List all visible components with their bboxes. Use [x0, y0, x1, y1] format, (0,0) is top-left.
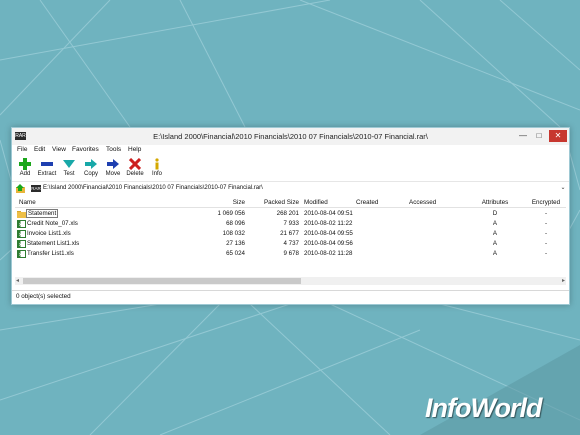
size-cell: 1 069 056	[217, 210, 245, 217]
file-row[interactable]: x Invoice List1.xls 108 032 21 677 2010-08-0…	[15, 229, 566, 239]
attributes-cell: A	[492, 240, 498, 247]
column-encrypted[interactable]: Encrypted	[527, 199, 565, 206]
rar-file-icon: RAR	[31, 185, 41, 192]
encrypted-cell: -	[544, 220, 548, 227]
up-folder-icon[interactable]	[16, 184, 27, 193]
file-name: Statement	[25, 209, 59, 218]
modified-cell: 2010-08-04 09:56	[304, 240, 353, 247]
infoworld-watermark: InfoWorld	[425, 393, 575, 431]
packed-size-cell: 21 677	[280, 230, 299, 237]
encrypted-cell: -	[544, 250, 548, 257]
size-cell: 108 032	[222, 230, 245, 237]
plus-icon	[19, 158, 31, 170]
add-label: Add	[19, 171, 31, 177]
column-accessed[interactable]: Accessed	[409, 199, 436, 206]
delete-x-icon	[129, 158, 141, 170]
folder-icon	[17, 211, 26, 218]
test-label: Test	[63, 171, 75, 177]
status-bar: 0 object(s) selected	[12, 290, 569, 303]
file-list: Name Size Packed Size Modified Created A…	[15, 197, 566, 285]
delete-label: Delete	[126, 171, 144, 177]
copy-label: Copy	[83, 171, 98, 177]
file-row[interactable]: x Statement List1.xls 27 136 4 737 2010-08-0…	[15, 239, 566, 249]
size-cell: 27 136	[226, 240, 245, 247]
move-arrow-icon	[107, 159, 119, 169]
watermark-logo: InfoWorld	[425, 393, 542, 423]
column-name[interactable]: Name	[19, 199, 36, 206]
excel-file-icon: x	[17, 240, 26, 248]
column-created[interactable]: Created	[356, 199, 378, 206]
attributes-cell: A	[492, 250, 498, 257]
menu-edit[interactable]: Edit	[34, 146, 45, 153]
copy-button[interactable]: Copy	[80, 158, 102, 177]
scroll-right-icon[interactable]: ▸	[562, 277, 565, 284]
check-arrow-icon	[63, 160, 75, 168]
modified-cell: 2010-08-04 09:55	[304, 230, 353, 237]
column-packed-size[interactable]: Packed Size	[257, 199, 299, 206]
packed-size-cell: 7 933	[283, 220, 299, 227]
excel-file-icon: x	[17, 220, 26, 228]
menu-bar: File Edit View Favorites Tools Help	[12, 145, 569, 155]
encrypted-cell: -	[544, 240, 548, 247]
menu-view[interactable]: View	[52, 146, 66, 153]
minus-icon	[41, 162, 53, 166]
packed-size-cell: 4 737	[283, 240, 299, 247]
modified-cell: 2010-08-02 11:28	[304, 250, 353, 257]
info-label: Info	[151, 171, 162, 177]
file-name: Statement List1.xls	[27, 240, 80, 247]
column-modified[interactable]: Modified	[304, 199, 328, 206]
chevron-down-icon[interactable]: ⌄	[559, 184, 567, 192]
file-row[interactable]: Statement 1 069 056 268 201 2010-08-04 09:5…	[15, 209, 566, 219]
horizontal-scrollbar[interactable]: ◂ ▸	[15, 277, 566, 285]
extract-label: Extract	[37, 171, 57, 177]
packed-size-cell: 268 201	[276, 210, 299, 217]
test-button[interactable]: Test	[58, 158, 80, 177]
size-cell: 68 096	[226, 220, 245, 227]
window-title: E:\Island 2000\Financial\2010 Financials…	[153, 132, 428, 141]
menu-favorites[interactable]: Favorites	[72, 146, 99, 153]
menu-help[interactable]: Help	[128, 146, 141, 153]
column-header-row: Name Size Packed Size Modified Created A…	[15, 197, 566, 208]
address-field[interactable]: E:\Island 2000\Financial\2010 Financials…	[43, 184, 558, 192]
move-button[interactable]: Move	[102, 158, 124, 177]
file-name: Invoice List1.xls	[27, 230, 71, 237]
size-cell: 65 024	[226, 250, 245, 257]
file-row[interactable]: x Credit Note_07.xls 68 096 7 933 2010-08-02…	[15, 219, 566, 229]
attributes-cell: A	[492, 220, 498, 227]
column-attributes[interactable]: Attributes	[475, 199, 515, 206]
modified-cell: 2010-08-04 09:51	[304, 210, 353, 217]
menu-file[interactable]: File	[17, 146, 27, 153]
attributes-cell: A	[492, 230, 498, 237]
scroll-left-icon[interactable]: ◂	[16, 277, 19, 284]
file-row[interactable]: x Transfer List1.xls 65 024 9 678 2010-08-02…	[15, 249, 566, 259]
extract-button[interactable]: Extract	[36, 158, 58, 177]
maximize-button[interactable]: □	[532, 130, 546, 142]
encrypted-cell: -	[544, 230, 548, 237]
packed-size-cell: 9 678	[283, 250, 299, 257]
excel-file-icon: x	[17, 250, 26, 258]
file-name: Transfer List1.xls	[27, 250, 74, 257]
file-name: Credit Note_07.xls	[27, 220, 78, 227]
add-button[interactable]: Add	[14, 158, 36, 177]
encrypted-cell: -	[544, 210, 548, 217]
close-button[interactable]: ✕	[549, 130, 567, 142]
column-size[interactable]: Size	[205, 199, 245, 206]
modified-cell: 2010-08-02 11:22	[304, 220, 353, 227]
scrollbar-thumb[interactable]	[23, 278, 301, 284]
archive-window: RAR E:\Island 2000\Financial\2010 Financ…	[11, 127, 570, 305]
copy-arrow-icon	[85, 159, 97, 169]
info-icon	[155, 158, 159, 170]
minimize-button[interactable]: —	[516, 130, 530, 142]
toolbar: Add Extract Test Copy Move Delete Info	[12, 156, 569, 182]
info-button[interactable]: Info	[146, 158, 168, 177]
move-label: Move	[105, 171, 121, 177]
status-text: 0 object(s) selected	[16, 293, 71, 300]
excel-file-icon: x	[17, 230, 26, 238]
address-bar: RAR E:\Island 2000\Financial\2010 Financ…	[12, 183, 569, 194]
attributes-cell: D	[492, 210, 498, 217]
title-bar[interactable]: RAR E:\Island 2000\Financial\2010 Financ…	[12, 128, 569, 145]
menu-tools[interactable]: Tools	[106, 146, 121, 153]
delete-button[interactable]: Delete	[124, 158, 146, 177]
